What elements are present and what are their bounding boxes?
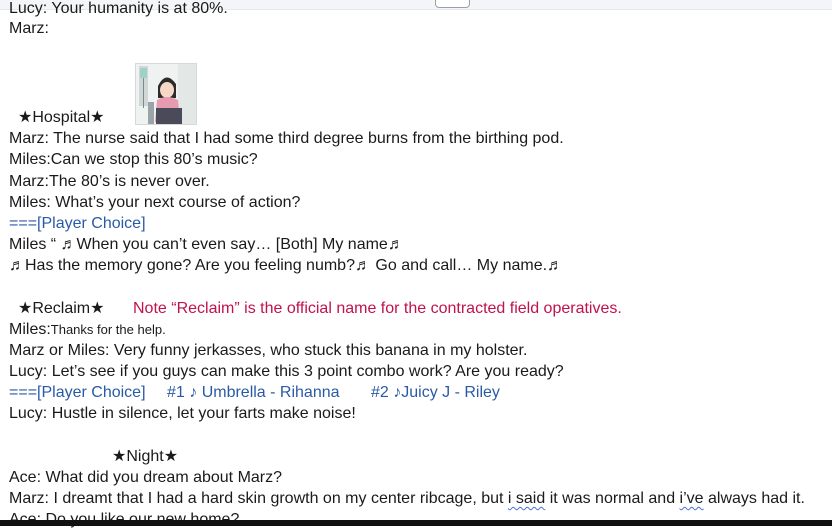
dialogue-text: always had it. <box>703 490 805 507</box>
dialogue-line: Marz: <box>9 20 49 37</box>
dialogue-line: Lucy: Your humanity is at 80%. <box>9 0 228 17</box>
dialogue-line: Ace: What did you dream about Marz? <box>9 469 283 486</box>
choice-option-2: #2 ♪Juicy J - Riley <box>371 384 500 401</box>
dialogue-line: Miles:Can we stop this 80’s music? <box>9 151 258 168</box>
dialogue-line: Marz: The nurse said that I had some thi… <box>9 130 564 147</box>
speaker-label: Miles: <box>9 321 51 338</box>
dialogue-line: Miles “ ♬When you can’t even say… [Both]… <box>9 236 404 253</box>
dialogue-line: Marz:The 80’s is never over. <box>9 173 210 190</box>
spellcheck-flag[interactable]: i said <box>508 490 545 507</box>
dialogue-text: it was normal and <box>545 490 680 507</box>
dialogue-line: Marz or Miles: Very funny jerkasses, who… <box>9 342 528 359</box>
choice-option-1: #1 ♪ Umbrella - Rihanna <box>167 384 340 401</box>
spellcheck-flag[interactable]: i’ve <box>680 490 704 507</box>
dialogue-line: Lucy: Hustle in silence, let your farts … <box>9 405 356 422</box>
reclaim-note: Note “Reclaim” is the official name for … <box>133 300 622 317</box>
dialogue-line: Miles: What’s your next course of action… <box>9 194 301 211</box>
dialogue-line: Miles:Thanks for the help. <box>9 319 166 340</box>
player-choice-marker: ===[Player Choice] <box>9 215 146 232</box>
section-header-night: ★Night★ <box>112 448 179 465</box>
bottom-edge-bar <box>0 520 832 526</box>
section-header-reclaim: ★Reclaim★ <box>18 300 105 317</box>
dialogue-small-text: Thanks for the help. <box>50 322 166 337</box>
hospital-patient-image <box>136 64 196 124</box>
section-header-hospital: ★Hospital★ <box>18 109 105 126</box>
dialogue-line: Lucy: Let’s see if you guys can make thi… <box>9 363 564 380</box>
player-choice-marker: ===[Player Choice] <box>9 384 146 401</box>
dialogue-line: Marz: I dreamt that I had a hard skin gr… <box>9 488 805 509</box>
dialogue-line: ♬Has the memory gone? Are you feeling nu… <box>9 257 564 274</box>
hospital-illustration <box>135 63 197 125</box>
collapse-handle[interactable] <box>435 0 470 8</box>
dialogue-text: Marz: I dreamt that I had a hard skin gr… <box>9 490 508 507</box>
